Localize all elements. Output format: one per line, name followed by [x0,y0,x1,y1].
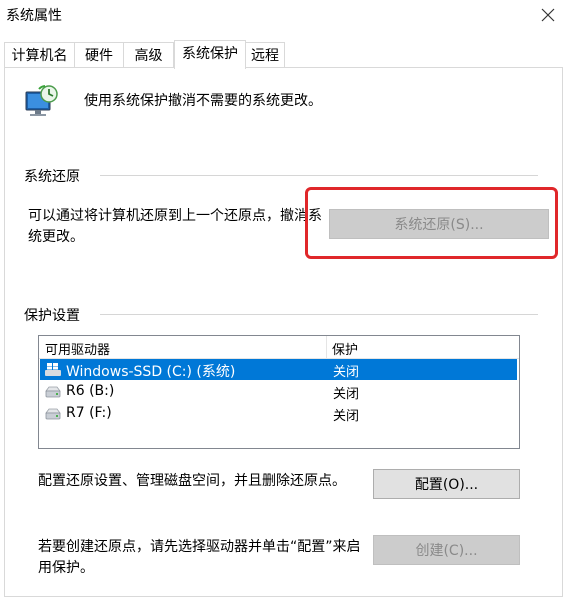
column-header-protection[interactable]: 保护 [332,339,358,358]
restore-group-label: 系统还原 [24,166,86,186]
tab-panel [4,67,563,597]
system-properties-window: 系统属性 计算机名 硬件 高级 系统保护 远程 使用系统保护撤消不需要的系统更改… [0,0,568,600]
drive-protection-status: 关闭 [333,409,360,424]
drive-icon [45,408,61,420]
system-restore-button[interactable]: 系统还原(S)... [329,209,549,239]
drives-list[interactable]: 可用驱动器 保护 Windows-SSD (C:) (系统) 关闭 R6 (B:… [38,335,520,449]
drive-icon [45,386,61,398]
tab-advanced[interactable]: 高级 [123,42,174,68]
tab-remote[interactable]: 远程 [245,42,285,68]
drive-name: R7 (F:) [66,405,112,421]
create-description-line1: 若要创建还原点，请先选择驱动器并单击“配置”来启 [38,539,361,555]
drive-row-f[interactable]: R7 (F:) 关闭 [40,403,517,424]
tab-hardware[interactable]: 硬件 [74,42,124,68]
restore-group-divider [100,175,538,176]
drive-protection-status: 关闭 [333,387,360,402]
drive-row-c[interactable]: Windows-SSD (C:) (系统) 关闭 [40,359,517,380]
tab-label: 远程 [251,48,279,64]
create-button[interactable]: 创建(C)... [373,535,520,565]
protection-group-divider [100,314,538,315]
protection-group-label: 保护设置 [24,305,86,325]
drives-list-header: 可用驱动器 保护 [39,336,519,359]
restore-description-line1: 可以通过将计算机还原到上一个还原点，撤消系 [28,208,322,224]
close-button[interactable] [528,0,568,30]
tab-label: 系统保护 [182,46,238,62]
title-bar: 系统属性 [0,0,568,30]
create-button-label: 创建(C)... [415,543,478,559]
tab-label: 计算机名 [11,48,68,64]
system-restore-button-label: 系统还原(S)... [394,217,484,233]
tab-computer-name[interactable]: 计算机名 [4,42,75,68]
create-description-line2: 用保护。 [38,560,94,576]
drive-name: R6 (B:) [66,383,115,399]
column-header-drive[interactable]: 可用驱动器 [45,339,110,358]
close-icon [541,8,555,22]
system-protection-icon [25,85,58,116]
configure-description: 配置还原设置、管理磁盘空间，并且删除还原点。 [38,473,346,489]
configure-button-label: 配置(O)... [414,477,479,493]
configure-button[interactable]: 配置(O)... [373,469,520,499]
header-description: 使用系统保护撤消不需要的系统更改。 [84,93,322,109]
column-separator[interactable] [326,336,327,358]
windows-drive-icon [45,363,61,376]
drive-protection-status: 关闭 [333,365,360,380]
tab-system-protection[interactable]: 系统保护 [174,40,246,69]
drive-row-b[interactable]: R6 (B:) 关闭 [40,381,517,402]
tab-strip: 计算机名 硬件 高级 系统保护 远程 [0,40,568,69]
window-title: 系统属性 [6,8,62,24]
tab-label: 硬件 [85,48,113,64]
tab-label: 高级 [134,48,163,64]
drive-name: Windows-SSD (C:) (系统) [66,364,236,380]
restore-description-line2: 统更改。 [28,229,84,245]
